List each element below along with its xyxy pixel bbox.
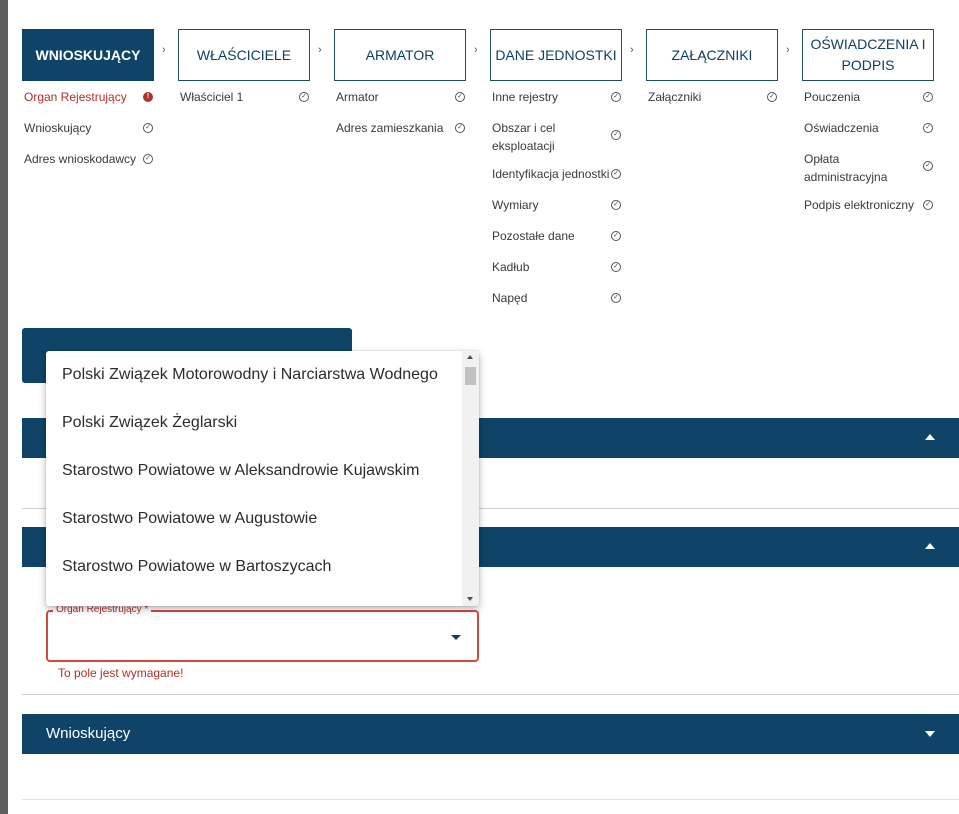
- check-circle-icon: ✓: [611, 169, 621, 179]
- check-circle-icon: ✓: [143, 154, 153, 164]
- organ-rejestrujacy-select[interactable]: [46, 610, 479, 662]
- expand-icon: [925, 731, 935, 737]
- dropdown-option[interactable]: Polski Związek Żeglarski: [62, 414, 237, 432]
- collapse-icon: [925, 543, 935, 549]
- organ-dropdown-list[interactable]: Polski Związek Motorowodny i Narciarstwa…: [46, 351, 479, 606]
- substep-kadlub[interactable]: Kadłub: [492, 258, 529, 276]
- substep-adres-zamieszkania[interactable]: Adres zamieszkania: [336, 119, 443, 137]
- divider: [22, 799, 959, 800]
- check-circle-icon: ✓: [611, 200, 621, 210]
- substep-identyfikacja[interactable]: Identyfikacja jednostki: [492, 165, 609, 183]
- dropdown-option[interactable]: Polski Związek Motorowodny i Narciarstwa…: [62, 366, 438, 384]
- substep-inne-rejestry[interactable]: Inne rejestry: [492, 88, 558, 106]
- substep-pozostale-dane[interactable]: Pozostałe dane: [492, 227, 575, 245]
- substep-pouczenia[interactable]: Pouczenia: [804, 88, 860, 106]
- substep-organ-rejestrujacy[interactable]: Organ Rejestrujący: [24, 88, 127, 106]
- substep-oswiadczenia[interactable]: Oświadczenia: [804, 119, 879, 137]
- step-wlasciciele[interactable]: WŁAŚCICIELE: [178, 29, 310, 81]
- check-circle-icon: ✓: [143, 123, 153, 133]
- check-circle-icon: ✓: [767, 92, 777, 102]
- step-arrow-icon: ›: [318, 44, 322, 56]
- check-circle-icon: ✓: [455, 92, 465, 102]
- substep-obszar-i-cel[interactable]: Obszar i cel eksploatacji: [492, 119, 602, 155]
- substep-wlasciciel-1[interactable]: Właściciel 1: [180, 88, 243, 106]
- scrollbar[interactable]: [462, 351, 479, 606]
- check-circle-icon: ✓: [923, 92, 933, 102]
- step-dane-jednostki[interactable]: DANE JEDNOSTKI: [490, 29, 622, 81]
- substep-adres-wnioskodawcy[interactable]: Adres wnioskodawcy: [24, 150, 136, 168]
- check-circle-icon: ✓: [611, 293, 621, 303]
- check-circle-icon: ✓: [299, 92, 309, 102]
- substep-zalaczniki[interactable]: Załączniki: [648, 88, 701, 106]
- check-circle-icon: ✓: [923, 200, 933, 210]
- substep-podpis[interactable]: Podpis elektroniczny: [804, 196, 914, 214]
- dropdown-caret-icon[interactable]: [451, 635, 461, 640]
- left-edge-bar: [0, 0, 8, 814]
- dropdown-option[interactable]: Starostwo Powiatowe w Augustowie: [62, 510, 317, 528]
- divider: [22, 694, 959, 695]
- step-oswiadczenia[interactable]: OŚWIADCZENIA I PODPIS: [802, 29, 934, 81]
- validation-error: To pole jest wymagane!: [58, 666, 184, 680]
- check-circle-icon: ✓: [923, 123, 933, 133]
- section-title: Wnioskujący: [46, 725, 131, 742]
- substep-armator[interactable]: Armator: [336, 88, 379, 106]
- step-zalaczniki[interactable]: ZAŁĄCZNIKI: [646, 29, 778, 81]
- check-circle-icon: ✓: [611, 231, 621, 241]
- step-arrow-icon: ›: [786, 44, 790, 56]
- step-arrow-icon: ›: [162, 44, 166, 56]
- substep-naped[interactable]: Napęd: [492, 289, 527, 307]
- check-circle-icon: ✓: [611, 130, 621, 140]
- step-arrow-icon: ›: [474, 44, 478, 56]
- check-circle-icon: ✓: [455, 123, 465, 133]
- scroll-thumb[interactable]: [465, 367, 476, 385]
- substep-oplata[interactable]: Opłata administracyjna: [804, 150, 904, 186]
- dropdown-option[interactable]: Starostwo Powiatowe w Aleksandrowie Kuja…: [62, 462, 419, 480]
- step-arrow-icon: ›: [630, 44, 634, 56]
- scroll-down-icon[interactable]: [467, 597, 473, 601]
- collapse-icon: [925, 434, 935, 440]
- step-armator[interactable]: ARMATOR: [334, 29, 466, 81]
- substep-wnioskujacy[interactable]: Wnioskujący: [24, 119, 91, 137]
- substep-wymiary[interactable]: Wymiary: [492, 196, 539, 214]
- step-wnioskujacy[interactable]: WNIOSKUJĄCY: [22, 29, 154, 81]
- check-circle-icon: ✓: [611, 262, 621, 272]
- dropdown-option[interactable]: Starostwo Powiatowe w Bartoszycach: [62, 558, 331, 576]
- error-circle-icon: !: [143, 92, 153, 102]
- check-circle-icon: ✓: [611, 92, 621, 102]
- section-bar-wnioskujacy[interactable]: Wnioskujący: [22, 714, 959, 754]
- check-circle-icon: ✓: [923, 161, 933, 171]
- scroll-up-icon[interactable]: [467, 355, 473, 359]
